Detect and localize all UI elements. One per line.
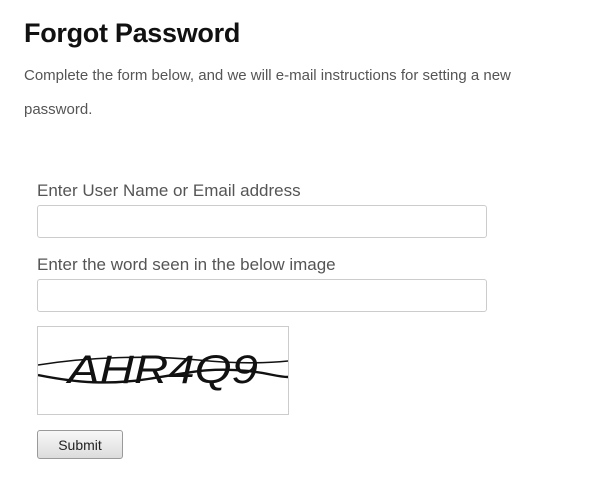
submit-button[interactable]: Submit: [37, 430, 123, 459]
forgot-password-page: Forgot Password Complete the form below,…: [0, 0, 591, 478]
captcha-label: Enter the word seen in the below image: [37, 255, 336, 274]
captcha-image: AHR4Q9: [37, 326, 289, 415]
username-label: Enter User Name or Email address: [37, 181, 301, 200]
username-email-input[interactable]: [37, 205, 487, 238]
page-title: Forgot Password: [24, 18, 241, 48]
captcha-text: AHR4Q9: [66, 348, 258, 392]
instructions-text: Complete the form below, and we will e-m…: [24, 67, 511, 118]
captcha-input[interactable]: [37, 279, 487, 312]
captcha-graphic: AHR4Q9: [38, 348, 288, 392]
